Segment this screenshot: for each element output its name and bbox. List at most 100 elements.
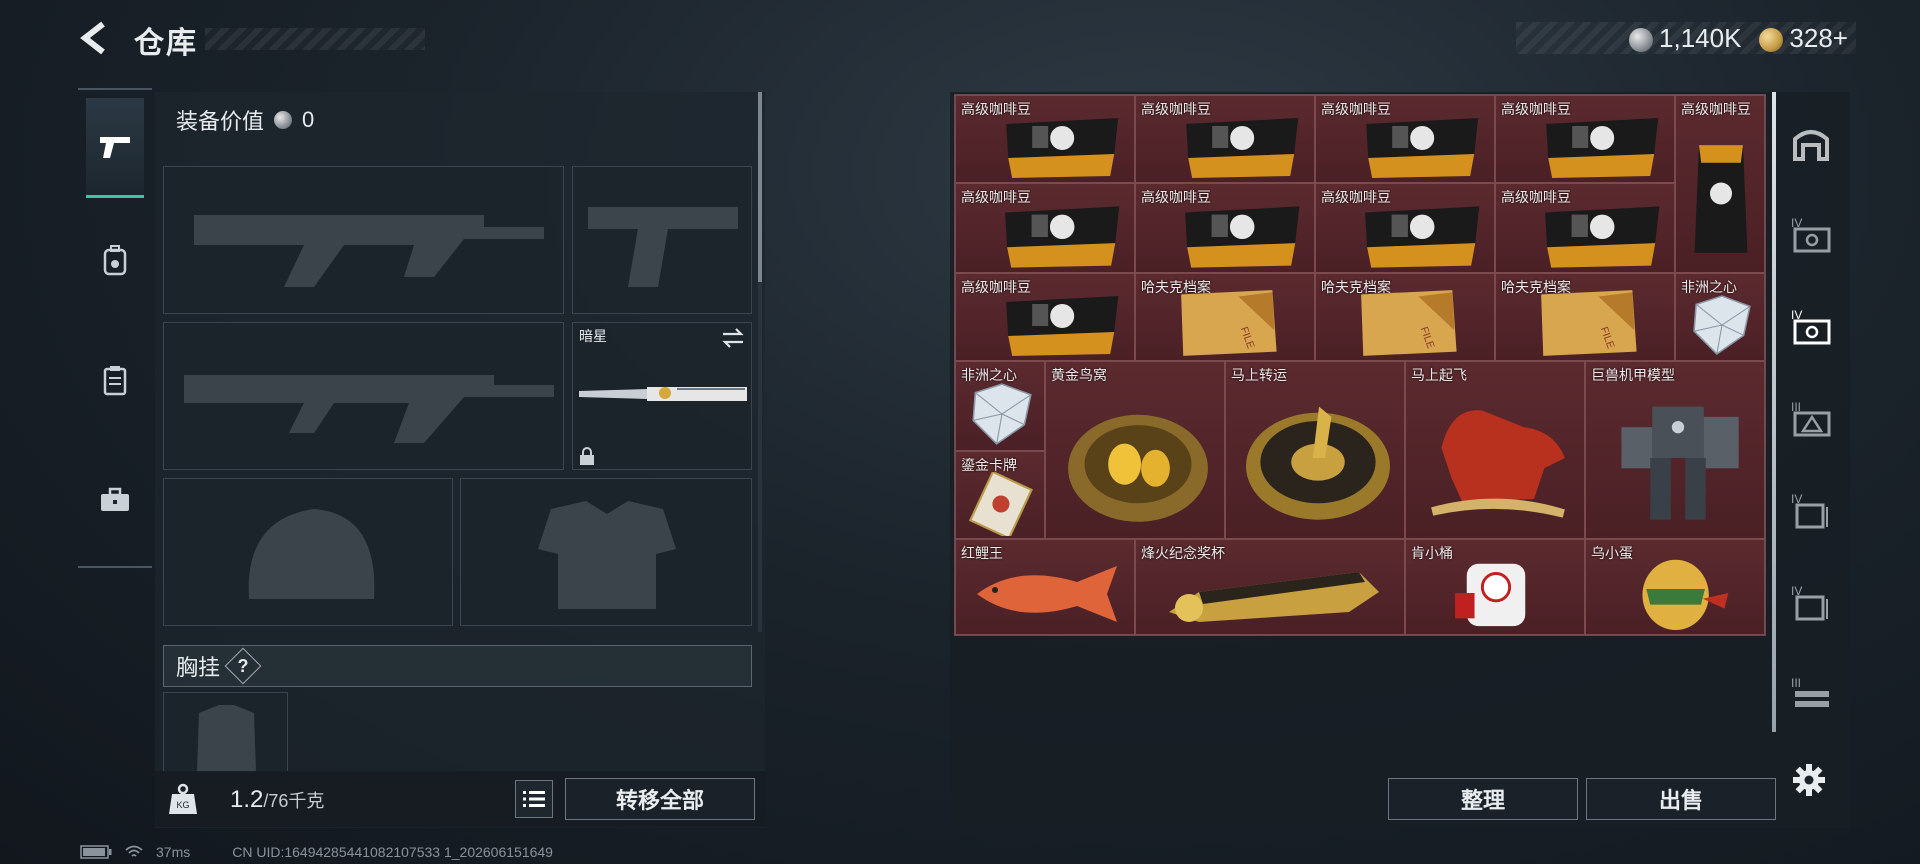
storage-item-bucket[interactable]: 肯小桶	[1405, 539, 1585, 635]
rail-warehouse[interactable]	[1784, 116, 1838, 170]
sort-button[interactable]: 整理	[1388, 778, 1578, 820]
coffee-bag-icon	[1185, 206, 1300, 268]
secondary-weapon-slot[interactable]	[572, 166, 752, 314]
equipment-tabs	[78, 88, 152, 568]
storage-item-coffee[interactable]: 高级咖啡豆	[1135, 183, 1315, 273]
rail-storage-iv-file2[interactable]: IV	[1784, 576, 1838, 630]
gold-card-icon	[968, 472, 1033, 536]
storage-item-name: 马上转运	[1231, 367, 1287, 383]
storage-item-name: 高级咖啡豆	[1681, 101, 1751, 117]
storage-item-name: 高级咖啡豆	[1501, 189, 1571, 205]
storage-item-coffee[interactable]: 高级咖啡豆	[1135, 95, 1315, 183]
pistol-icon	[100, 136, 130, 158]
storage-item-name: 高级咖啡豆	[961, 189, 1031, 205]
sell-button[interactable]: 出售	[1586, 778, 1776, 820]
document-file-icon: FILE	[1541, 290, 1637, 356]
storage-item-nest[interactable]: 黄金鸟窝	[1045, 361, 1225, 539]
silver-currency-value: 1,140K	[1659, 22, 1742, 53]
gold-coin-icon	[1759, 27, 1784, 52]
storage-item-mech[interactable]: 巨兽机甲模型	[1585, 361, 1765, 539]
storage-item-diamond[interactable]: 非洲之心	[1675, 273, 1765, 361]
storage-item-name: 哈夫克档案	[1321, 279, 1391, 295]
tab-vest[interactable]	[86, 330, 144, 430]
rail-storage-iv-file[interactable]: IV	[1784, 484, 1838, 538]
gold-currency[interactable]: 328+	[1759, 23, 1848, 54]
tab-tools[interactable]	[86, 450, 144, 550]
golden-nest-icon	[1068, 414, 1208, 522]
tab-backpack[interactable]	[86, 210, 144, 310]
storage-item-diamond[interactable]: 非洲之心	[955, 361, 1045, 451]
red-horse-icon	[1431, 410, 1565, 518]
svg-text:KG: KG	[176, 800, 189, 810]
equipment-value: 装备价值 0	[176, 104, 314, 136]
pistol-silhouette-icon	[588, 207, 738, 287]
help-icon[interactable]: ?	[224, 647, 262, 685]
storage-iv-selected-icon: IV	[1791, 308, 1831, 345]
storage-item-card[interactable]: 鎏金卡牌	[955, 451, 1045, 539]
storage-item-file[interactable]: FILE 哈夫克档案	[1495, 273, 1675, 361]
melee-weapon-slot[interactable]: 暗星	[572, 322, 752, 470]
coffee-bag-icon	[1186, 118, 1299, 178]
silver-currency[interactable]: 1,140K	[1629, 23, 1741, 54]
storage-item-coffee[interactable]: 高级咖啡豆	[955, 183, 1135, 273]
swap-icon[interactable]	[721, 328, 745, 348]
storage-item-name: 高级咖啡豆	[1321, 189, 1391, 205]
status-bar: 37ms CN UID:16494285441082107533 1_20260…	[80, 844, 553, 860]
chest-rig-slot[interactable]	[163, 692, 288, 773]
coffee-bag-icon	[1366, 118, 1479, 178]
storage-item-coffee[interactable]: 高级咖啡豆	[1315, 183, 1495, 273]
back-arrow-icon	[80, 21, 105, 55]
helmet-slot[interactable]	[163, 478, 453, 626]
storage-item-file[interactable]: FILE 哈夫克档案	[1135, 273, 1315, 361]
storage-item-horse[interactable]: 马上起飞	[1405, 361, 1585, 539]
storage-item-egg[interactable]: 乌小蛋	[1585, 539, 1765, 635]
storage-iii-rack-icon: III	[1791, 676, 1829, 707]
primary-weapon-slot[interactable]	[163, 166, 564, 314]
tab-weapons[interactable]	[86, 98, 144, 198]
storage-item-name: 高级咖啡豆	[1141, 189, 1211, 205]
chest-rig-silhouette-icon	[197, 705, 256, 773]
settings-button[interactable]	[1789, 760, 1829, 800]
coffee-bag-icon	[1545, 206, 1660, 268]
storage-item-coffee[interactable]: 高级咖啡豆	[955, 95, 1135, 183]
storage-item-name: 非洲之心	[961, 367, 1017, 383]
chest-rig-header: 胸挂 ?	[163, 645, 752, 687]
carry-weight: 1.2/76千克	[230, 786, 324, 814]
rail-storage-iv[interactable]: IV	[1784, 208, 1838, 262]
secondary-primary-weapon-slot[interactable]	[163, 322, 564, 470]
ping-value: 37ms	[156, 844, 191, 860]
equipment-scrollbar-thumb[interactable]	[758, 92, 762, 282]
list-icon	[523, 791, 545, 807]
storage-item-trophy[interactable]: 烽火纪念奖杯	[1135, 539, 1405, 635]
rail-storage-iv-selected[interactable]: IV	[1784, 300, 1838, 354]
melee-weapon-name: 暗星	[579, 328, 607, 344]
storage-item-name: 马上起飞	[1411, 367, 1467, 383]
transfer-all-button[interactable]: 转移全部	[565, 778, 755, 820]
diamond-icon	[972, 383, 1032, 445]
coffee-bag-icon	[1365, 206, 1480, 268]
storage-item-file[interactable]: FILE 哈夫克档案	[1315, 273, 1495, 361]
help-icon-glyph: ?	[237, 655, 249, 676]
storage-item-coffee[interactable]: 高级咖啡豆	[1315, 95, 1495, 183]
storage-item-coffee[interactable]: 高级咖啡豆	[1495, 183, 1675, 273]
storage-item-wheel[interactable]: 马上转运	[1225, 361, 1405, 539]
storage-grid: 高级咖啡豆 高级咖啡豆 高级咖啡豆 高级咖啡豆 高级咖啡豆 高级咖啡豆 高级咖啡…	[954, 94, 1766, 636]
storage-item-coffee[interactable]: 高级咖啡豆	[955, 273, 1135, 361]
storage-item-coffee[interactable]: 高级咖啡豆	[1495, 95, 1675, 183]
fortune-wheel-icon	[1246, 406, 1390, 520]
settings-gear-icon	[1793, 764, 1825, 796]
silver-coin-icon	[1629, 27, 1654, 52]
rail-storage-iii[interactable]: III	[1784, 392, 1838, 446]
backpack-icon	[103, 245, 127, 276]
carry-weight-max: /76千克	[263, 791, 325, 811]
coffee-bag-icon	[1005, 206, 1120, 268]
storage-item-name: 鎏金卡牌	[961, 457, 1017, 473]
armor-slot[interactable]	[460, 478, 752, 626]
document-file-icon: FILE	[1181, 290, 1277, 356]
knife-icon	[579, 387, 747, 401]
back-button[interactable]	[76, 18, 116, 58]
storage-item-fish[interactable]: 红鲤王	[955, 539, 1135, 635]
list-view-button[interactable]	[515, 780, 553, 818]
rail-storage-iii-rack[interactable]: III	[1784, 668, 1838, 722]
storage-item-coffee-bag[interactable]: 高级咖啡豆	[1675, 95, 1765, 273]
